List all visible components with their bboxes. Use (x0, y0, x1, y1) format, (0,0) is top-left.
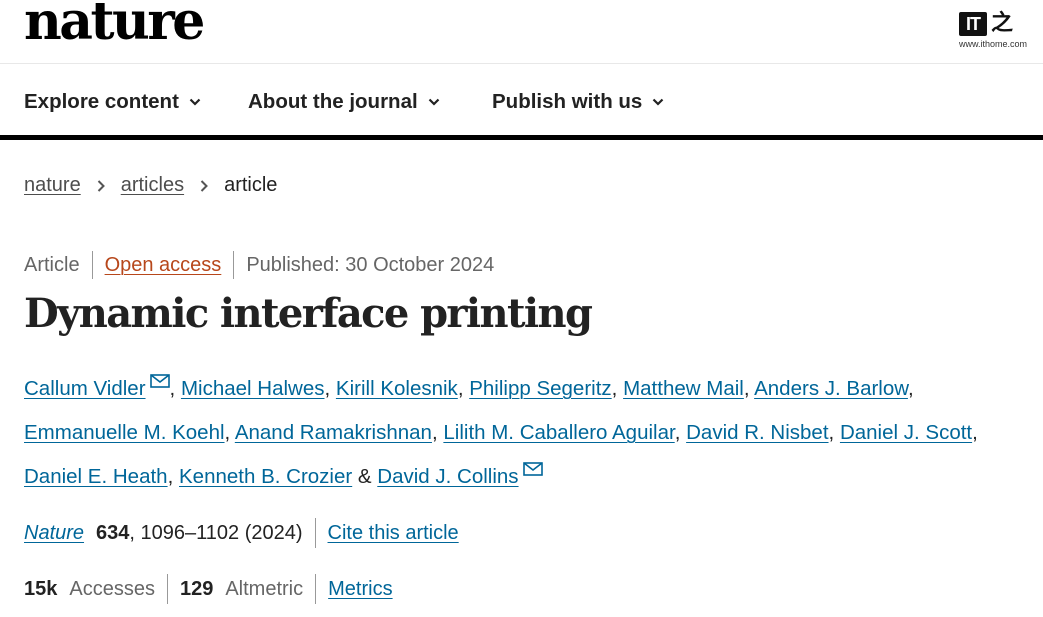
author-link[interactable]: Anand Ramakrishnan (235, 421, 432, 444)
author-separator: , (611, 377, 624, 400)
nav-label: About the journal (248, 90, 418, 113)
author-separator: , (169, 377, 181, 400)
altmetric-value: 129 (179, 577, 214, 600)
author-separator: , (743, 377, 755, 400)
article-title: Dynamic interface printing (24, 290, 593, 337)
author-link[interactable]: Emmanuelle M. Koehl (24, 421, 225, 444)
article-type: Article (24, 253, 80, 276)
cite-this-article-link[interactable]: Cite this article (328, 522, 459, 545)
meta-divider (91, 251, 93, 279)
meta-divider (233, 251, 235, 279)
breadcrumb-current: article (224, 174, 278, 196)
breadcrumb: nature articles article (24, 174, 277, 197)
breadcrumb-nature[interactable]: nature (24, 174, 81, 197)
citation-line: Nature 634 , 1096–1102 (2024) Cite this … (24, 518, 459, 548)
author-separator: , (828, 421, 840, 444)
nav-explore-content[interactable]: Explore content (24, 64, 201, 140)
citation-divider (314, 518, 316, 548)
author-link[interactable]: Daniel J. Scott (840, 421, 972, 444)
chevron-right-icon (97, 179, 105, 192)
watermark-it: IT (959, 12, 987, 36)
author-link[interactable]: Matthew Mail (623, 377, 744, 400)
watermark-url: www.ithome.com (959, 39, 1028, 49)
metrics-divider (166, 574, 168, 604)
author-separator: , (224, 421, 235, 444)
article-metrics: 15k Accesses 129 Altmetric Metrics (24, 574, 393, 604)
author-separator: , (674, 421, 687, 444)
author-link[interactable]: Kirill Kolesnik (336, 377, 458, 400)
nav-label: Publish with us (492, 90, 643, 113)
watermark-mark: IT 之 (959, 12, 1029, 36)
published-date: Published: 30 October 2024 (246, 253, 495, 276)
chevron-down-icon (189, 98, 201, 106)
open-access-link[interactable]: Open access (105, 254, 222, 277)
author-link[interactable]: David R. Nisbet (686, 421, 828, 444)
journal-link[interactable]: Nature (24, 522, 84, 545)
author-link[interactable]: Callum Vidler (24, 377, 146, 400)
altmetric-label: Altmetric (225, 577, 304, 600)
author-link[interactable]: Kenneth B. Crozier (179, 465, 352, 488)
author-link[interactable]: Lilith M. Caballero Aguilar (443, 421, 674, 444)
watermark-char: 之 (991, 11, 1014, 36)
accesses-value: 15k (24, 577, 58, 600)
author-link[interactable]: Anders J. Barlow (754, 377, 908, 400)
accesses-label: Accesses (69, 577, 155, 600)
author-ampersand: & (352, 465, 378, 488)
ithome-watermark: IT 之 www.ithome.com (959, 12, 1029, 54)
mail-icon[interactable] (522, 462, 543, 476)
author-separator: , (167, 465, 179, 488)
author-link[interactable]: David J. Collins (377, 465, 518, 488)
author-separator: , (431, 421, 444, 444)
chevron-down-icon (428, 98, 439, 106)
author-list: Callum Vidler, Michael Halwes, Kirill Ko… (24, 367, 1034, 499)
author-separator: , (324, 377, 336, 400)
metrics-link[interactable]: Metrics (328, 578, 392, 601)
author-link[interactable]: Daniel E. Heath (24, 465, 168, 488)
article-meta: Article Open access Published: 30 Octobe… (24, 251, 494, 279)
author-separator: , (457, 377, 470, 400)
pages-year: , 1096–1102 (2024) (129, 521, 303, 544)
nav-label: Explore content (24, 90, 179, 113)
site-header: nature IT 之 www.ithome.com (0, 0, 1043, 64)
author-separator: , (907, 377, 914, 400)
mail-icon[interactable] (149, 374, 170, 388)
breadcrumb-articles[interactable]: articles (121, 174, 184, 197)
nature-logo[interactable]: nature (24, 0, 205, 52)
chevron-right-icon (200, 179, 208, 192)
chevron-down-icon (653, 98, 664, 106)
nav-about-journal[interactable]: About the journal (248, 64, 440, 140)
author-separator: , (972, 421, 978, 444)
author-link[interactable]: Philipp Segeritz (469, 377, 611, 400)
author-link[interactable]: Michael Halwes (181, 377, 325, 400)
main-nav: Explore content About the journal Publis… (0, 64, 1043, 140)
nav-publish-with-us[interactable]: Publish with us (492, 64, 664, 140)
metrics-divider (315, 574, 317, 604)
volume: 634 (96, 521, 130, 544)
